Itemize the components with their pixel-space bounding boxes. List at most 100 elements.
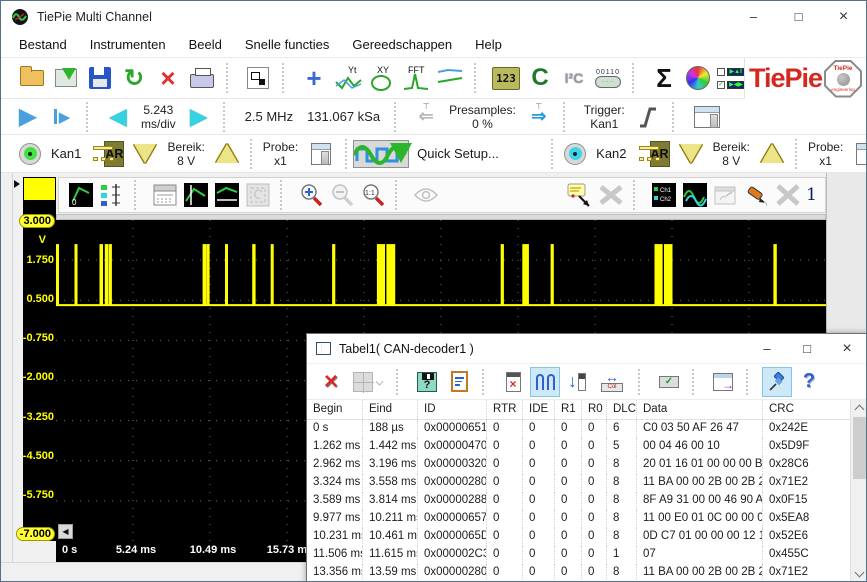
object-tree-button[interactable] bbox=[242, 62, 274, 94]
fft-graph-button[interactable]: FFT bbox=[400, 62, 432, 94]
delete-table-button[interactable]: × bbox=[316, 367, 346, 397]
axis-offsets-button[interactable] bbox=[97, 180, 126, 210]
colors-button[interactable] bbox=[682, 62, 714, 94]
collapse-arrow-icon[interactable] bbox=[14, 180, 20, 188]
scroll-down-button[interactable] bbox=[851, 566, 867, 582]
col-data[interactable]: Data bbox=[637, 400, 763, 419]
autoscale-button[interactable]: 0 bbox=[66, 180, 95, 210]
channel2-settings-button[interactable] bbox=[850, 138, 867, 170]
save-button[interactable] bbox=[84, 62, 116, 94]
refresh-button[interactable]: ↻ bbox=[118, 62, 150, 94]
graph-cursor-button[interactable] bbox=[181, 180, 210, 210]
col-dlc[interactable]: DLC bbox=[607, 400, 637, 419]
time-graph-button[interactable] bbox=[434, 62, 466, 94]
remove-column-button[interactable]: × bbox=[498, 367, 528, 397]
delete-button[interactable]: × bbox=[152, 62, 184, 94]
y-axis-tick[interactable]: -7.000 bbox=[16, 527, 55, 541]
col-crc[interactable]: CRC bbox=[763, 400, 851, 419]
channel1-range-down-button[interactable] bbox=[134, 144, 156, 163]
trigger-settings-button[interactable] bbox=[688, 101, 726, 133]
menu-snelle-functies[interactable]: Snelle functies bbox=[245, 37, 343, 52]
menu-beeld[interactable]: Beeld bbox=[189, 37, 235, 52]
channel1-settings-button[interactable] bbox=[305, 138, 337, 170]
copy-table-button[interactable] bbox=[444, 367, 474, 397]
legend-button[interactable]: Ch1Ch2 bbox=[649, 180, 678, 210]
table-scrollbar[interactable] bbox=[850, 400, 867, 582]
channel2-autorange-button[interactable]: AR bbox=[650, 141, 670, 167]
table-close-button[interactable]: × bbox=[827, 334, 867, 364]
math-sum-button[interactable]: Σ bbox=[648, 62, 680, 94]
save-table-button[interactable]: ? bbox=[412, 367, 442, 397]
add-instrument-button[interactable]: + bbox=[298, 62, 330, 94]
table-row[interactable]: 3.589 ms3.814 ms0x00000288000088F A9 31 … bbox=[307, 492, 851, 510]
print-button[interactable] bbox=[186, 62, 218, 94]
scrollbar-thumb[interactable] bbox=[853, 417, 866, 479]
table-row[interactable]: 3.324 ms3.558 ms0x000002800000811 BA 00 … bbox=[307, 474, 851, 492]
table-row[interactable]: 1.262 ms1.442 ms0x000004700000500 04 46 … bbox=[307, 438, 851, 456]
import-data-button[interactable] bbox=[50, 62, 82, 94]
add-comment-button[interactable] bbox=[565, 180, 594, 210]
timebase-faster-button[interactable]: ▶ bbox=[183, 101, 215, 133]
channel1-autorange-button[interactable]: AR bbox=[104, 141, 124, 167]
table-row[interactable]: 2.962 ms3.196 ms0x000003200000820 01 16 … bbox=[307, 456, 851, 474]
meter-button[interactable]: 123 bbox=[490, 62, 522, 94]
menu-instrumenten[interactable]: Instrumenten bbox=[90, 37, 179, 52]
table-header[interactable]: Begin Eind ID RTR IDE R1 R0 DLC Data CRC bbox=[307, 400, 851, 420]
export-table-button[interactable]: → bbox=[708, 367, 738, 397]
col-r0[interactable]: R0 bbox=[582, 400, 607, 419]
channel1-enable-button[interactable] bbox=[14, 138, 46, 170]
zoom-reset-button[interactable]: 1:1 bbox=[358, 180, 387, 210]
col-eind[interactable]: Eind bbox=[363, 400, 418, 419]
col-ide[interactable]: IDE bbox=[523, 400, 555, 419]
minimize-button[interactable]: – bbox=[731, 1, 776, 32]
show-signal-columns-button[interactable] bbox=[530, 367, 560, 397]
quick-setup-button[interactable]: Quick Setup... bbox=[353, 138, 543, 170]
maximize-button[interactable]: □ bbox=[776, 1, 821, 32]
table-maximize-button[interactable]: □ bbox=[787, 334, 827, 364]
table-title-bar[interactable]: Tabel1( CAN-decoder1 ) – □ × bbox=[307, 334, 867, 364]
presamples-decrease-button[interactable]: ⊤⇐ bbox=[410, 101, 442, 133]
y-axis-tick[interactable]: 3.000 bbox=[19, 214, 55, 228]
close-button[interactable]: × bbox=[821, 1, 866, 32]
start-button[interactable]: ▶ bbox=[12, 101, 44, 133]
i2c-decoder-button[interactable]: I²C bbox=[558, 62, 590, 94]
serial-decoder-button[interactable]: 00110 ····· bbox=[592, 62, 624, 94]
validate-table-button[interactable]: ✓ bbox=[654, 367, 684, 397]
channel1-range-up-button[interactable] bbox=[216, 144, 238, 163]
channel2-range-up-button[interactable] bbox=[761, 144, 783, 163]
menu-bestand[interactable]: Bestand bbox=[19, 37, 80, 52]
sort-button[interactable]: ↓ bbox=[562, 367, 592, 397]
graph-style-button[interactable] bbox=[680, 180, 709, 210]
col-rtr[interactable]: RTR bbox=[487, 400, 523, 419]
pin-window-button[interactable] bbox=[762, 367, 792, 397]
menu-gereedschappen[interactable]: Gereedschappen bbox=[352, 37, 465, 52]
presamples-increase-button[interactable]: ⊤⇒ bbox=[523, 101, 555, 133]
table-row[interactable]: 11.506 ms11.615 ms0x000002C300001070x455… bbox=[307, 546, 851, 564]
open-button[interactable] bbox=[16, 62, 48, 94]
table-row[interactable]: 9.977 ms10.211 ms0x000006570000811 00 E0… bbox=[307, 510, 851, 528]
table-minimize-button[interactable]: – bbox=[747, 334, 787, 364]
channel1-axis-handle[interactable] bbox=[24, 178, 55, 200]
level-line-button[interactable] bbox=[212, 180, 241, 210]
oneshot-button[interactable]: ▶ bbox=[46, 101, 78, 133]
trigger-edge-button[interactable] bbox=[632, 101, 664, 133]
x-scroll-left-button[interactable]: ◀ bbox=[58, 524, 73, 539]
channel2-enable-button[interactable] bbox=[559, 138, 591, 170]
menu-help[interactable]: Help bbox=[475, 37, 515, 52]
marker-pen-button[interactable] bbox=[742, 180, 771, 210]
help-button[interactable]: ? bbox=[794, 367, 824, 397]
col-begin[interactable]: Begin bbox=[307, 400, 363, 419]
can-decoder-button[interactable]: C bbox=[524, 62, 556, 94]
table-row[interactable]: 0 s188 µs0x0000065100006C0 03 50 AF 26 4… bbox=[307, 420, 851, 438]
xy-graph-button[interactable]: XY bbox=[366, 62, 398, 94]
col-r1[interactable]: R1 bbox=[555, 400, 582, 419]
table-view-button[interactable] bbox=[150, 180, 179, 210]
left-splitter[interactable] bbox=[1, 173, 13, 562]
col-id[interactable]: ID bbox=[418, 400, 487, 419]
yt-graph-button[interactable]: Yt bbox=[332, 62, 364, 94]
channel2-range-down-button[interactable] bbox=[680, 144, 702, 163]
scroll-up-button[interactable] bbox=[851, 400, 867, 416]
table-row[interactable]: 10.231 ms10.461 ms0x0000065D000080D C7 0… bbox=[307, 528, 851, 546]
zoom-in-button[interactable] bbox=[296, 180, 325, 210]
table-row[interactable]: 13.356 ms13.59 ms0x000002800000811 BA 00… bbox=[307, 564, 851, 582]
